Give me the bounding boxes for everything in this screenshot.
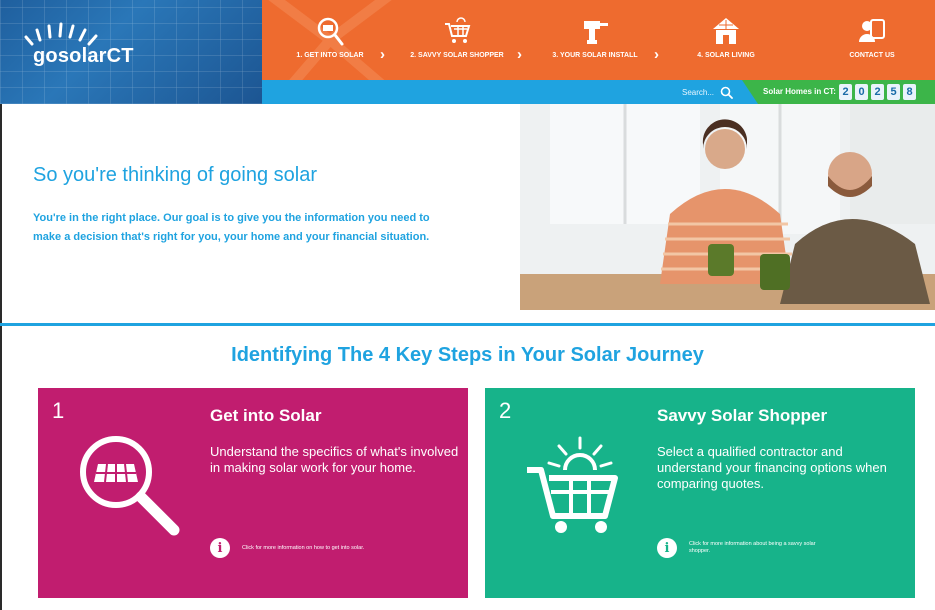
nav-item-savvy-solar-shopper[interactable]: 2. SAVVY SOLAR SHOPPER — [402, 0, 512, 80]
more-info-link[interactable]: i Click for more information about being… — [657, 538, 829, 558]
nav-label: 1. GET INTO SOLAR — [296, 52, 364, 59]
chevron-right-icon: › — [654, 46, 659, 63]
solar-homes-counter: Solar Homes in CT: 2 0 2 5 8 — [742, 80, 935, 104]
search-placeholder: Search... — [682, 87, 715, 97]
logo-text: gosolarCT — [33, 45, 134, 68]
step-card-savvy-solar-shopper[interactable]: 2 Savvy Solar Shopper Select a qualified… — [485, 388, 915, 598]
logo[interactable]: gosolarCT — [0, 0, 262, 104]
counter-digit: 0 — [855, 84, 868, 100]
step-description: Understand the specifics of what's invol… — [210, 444, 459, 475]
counter-digits: 2 0 2 5 8 — [839, 84, 919, 100]
step-card-get-into-solar[interactable]: 1 Get into Solar Understand the specific… — [38, 388, 468, 598]
cart-icon — [445, 17, 471, 43]
magnifier-solar-panel-icon — [80, 436, 180, 536]
counter-label: Solar Homes in CT: — [763, 87, 836, 96]
info-icon: i — [657, 538, 677, 558]
nav-item-contact-us[interactable]: CONTACT US — [827, 0, 917, 80]
counter-digit: 5 — [887, 84, 900, 100]
drill-icon — [584, 21, 608, 44]
search-icon[interactable] — [720, 86, 733, 99]
counter-digit: 8 — [903, 84, 916, 100]
search-box[interactable]: Search... — [682, 81, 733, 103]
section-title: Identifying The 4 Key Steps in Your Sola… — [231, 344, 704, 366]
step-description: Select a qualified contractor and unders… — [657, 444, 887, 491]
logo-main-text: gosolar — [33, 45, 107, 67]
step-number: 2 — [499, 398, 512, 423]
more-info-text: Click for more information about being a… — [689, 541, 816, 554]
magnifier-solar-icon — [317, 17, 344, 46]
section-divider — [0, 323, 935, 326]
contact-icon — [859, 19, 885, 42]
nav-item-your-solar-install[interactable]: 3. YOUR SOLAR INSTALL — [540, 0, 650, 80]
step-title: Savvy Solar Shopper — [657, 406, 828, 425]
nav-label: 4. SOLAR LIVING — [697, 52, 755, 59]
counter-digit: 2 — [871, 84, 884, 100]
hero-title: So you're thinking of going solar — [33, 164, 317, 186]
nav-item-get-into-solar[interactable]: 1. GET INTO SOLAR — [280, 0, 380, 80]
step-title: Get into Solar — [210, 406, 322, 425]
house-icon — [713, 18, 739, 44]
more-info-link[interactable]: i Click for more information on how to g… — [210, 538, 382, 558]
chevron-right-icon: › — [517, 46, 522, 63]
hero-photo — [520, 104, 935, 310]
logo-ct-text: CT — [106, 45, 134, 67]
shopping-cart-sun-icon — [527, 436, 618, 533]
counter-digit: 2 — [839, 84, 852, 100]
info-icon: i — [210, 538, 230, 558]
nav-label: 2. SAVVY SOLAR SHOPPER — [410, 52, 504, 59]
more-info-text: Click for more information on how to get… — [242, 544, 365, 551]
nav-label: 3. YOUR SOLAR INSTALL — [552, 52, 638, 59]
nav-label: CONTACT US — [849, 52, 895, 59]
hero-text: You're in the right place. Our goal is t… — [33, 212, 430, 243]
main-nav: 1. GET INTO SOLAR › 2. SAVVY SOLAR SHOPP… — [262, 0, 935, 80]
nav-item-solar-living[interactable]: 4. SOLAR LIVING — [676, 0, 776, 80]
step-number: 1 — [52, 398, 65, 423]
chevron-right-icon: › — [380, 46, 385, 63]
